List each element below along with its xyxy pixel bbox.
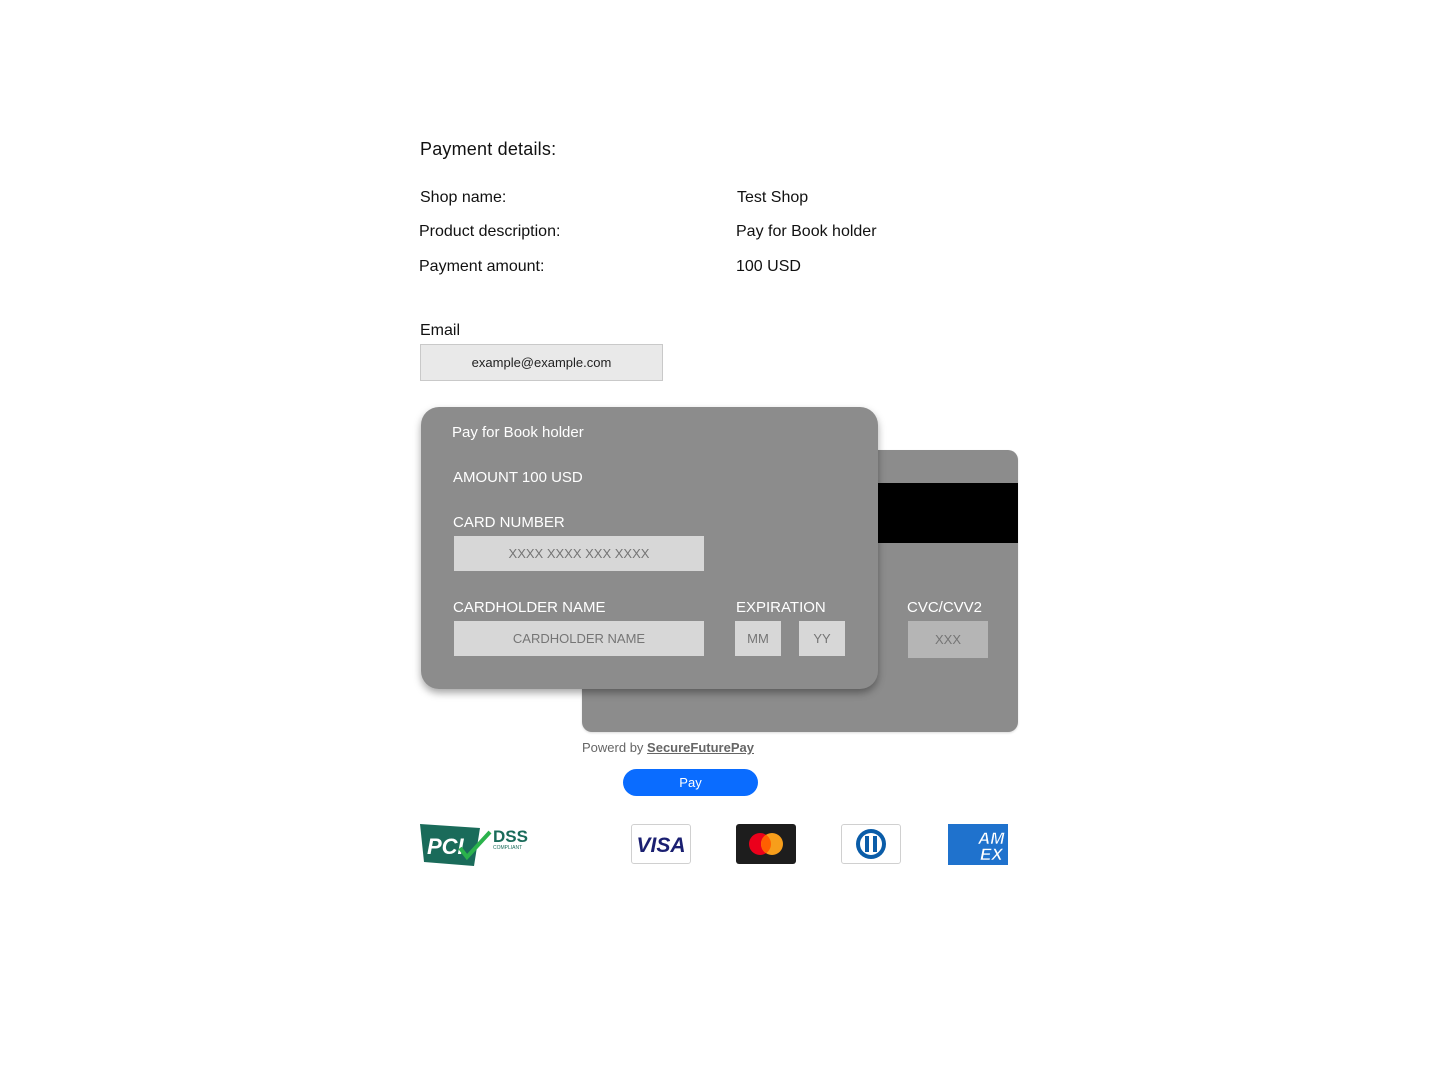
product-description-value: Pay for Book holder bbox=[736, 223, 877, 240]
powered-by-text: Powerd by SecureFuturePay bbox=[582, 740, 754, 755]
card-amount: AMOUNT 100 USD bbox=[453, 469, 583, 486]
card-number-label: CARD NUMBER bbox=[453, 514, 565, 531]
card-front: Pay for Book holder AMOUNT 100 USD CARD … bbox=[421, 407, 878, 689]
product-description-label: Product description: bbox=[419, 223, 561, 240]
diners-club-graphic bbox=[856, 829, 886, 859]
card-number-input[interactable] bbox=[454, 536, 704, 571]
svg-text:DSS: DSS bbox=[493, 827, 528, 846]
expiration-year-input[interactable] bbox=[799, 621, 845, 656]
payment-amount-value: 100 USD bbox=[736, 258, 801, 275]
american-express-logo: AM EX bbox=[948, 824, 1008, 865]
svg-text:VISA: VISA bbox=[636, 834, 685, 857]
shop-name-value: Test Shop bbox=[737, 189, 809, 206]
svg-text:PCI: PCI bbox=[427, 834, 465, 859]
cardholder-name-label: CARDHOLDER NAME bbox=[453, 599, 606, 616]
mastercard-graphic bbox=[749, 833, 783, 855]
svg-text:COMPLIANT: COMPLIANT bbox=[493, 845, 522, 851]
diners-club-logo bbox=[841, 824, 901, 864]
pci-dss-graphic: PCI DSS COMPLIANT bbox=[420, 824, 528, 866]
email-label: Email bbox=[420, 322, 461, 339]
pay-button[interactable]: Pay bbox=[623, 769, 758, 796]
expiration-label: EXPIRATION bbox=[736, 599, 826, 616]
visa-logo: VISA bbox=[631, 824, 691, 864]
cvc-label: CVC/CVV2 bbox=[907, 599, 983, 616]
powered-by-prefix: Powerd by bbox=[582, 740, 644, 755]
payment-details-heading: Payment details: bbox=[420, 139, 557, 159]
svg-text:EX: EX bbox=[980, 845, 1004, 864]
card-description: Pay for Book holder bbox=[452, 424, 584, 441]
american-express-graphic: AM EX bbox=[977, 829, 1006, 865]
visa-graphic: VISA bbox=[636, 834, 685, 857]
cvc-input[interactable] bbox=[908, 621, 988, 658]
shop-name-label: Shop name: bbox=[420, 189, 507, 206]
securefuturepay-link[interactable]: SecureFuturePay bbox=[647, 740, 754, 755]
payment-amount-label: Payment amount: bbox=[419, 258, 545, 275]
expiration-month-input[interactable] bbox=[735, 621, 781, 656]
cardholder-name-input[interactable] bbox=[454, 621, 704, 656]
mastercard-logo bbox=[736, 824, 796, 864]
pci-dss-logo: PCI DSS COMPLIANT bbox=[420, 822, 535, 867]
email-field[interactable] bbox=[420, 344, 663, 381]
